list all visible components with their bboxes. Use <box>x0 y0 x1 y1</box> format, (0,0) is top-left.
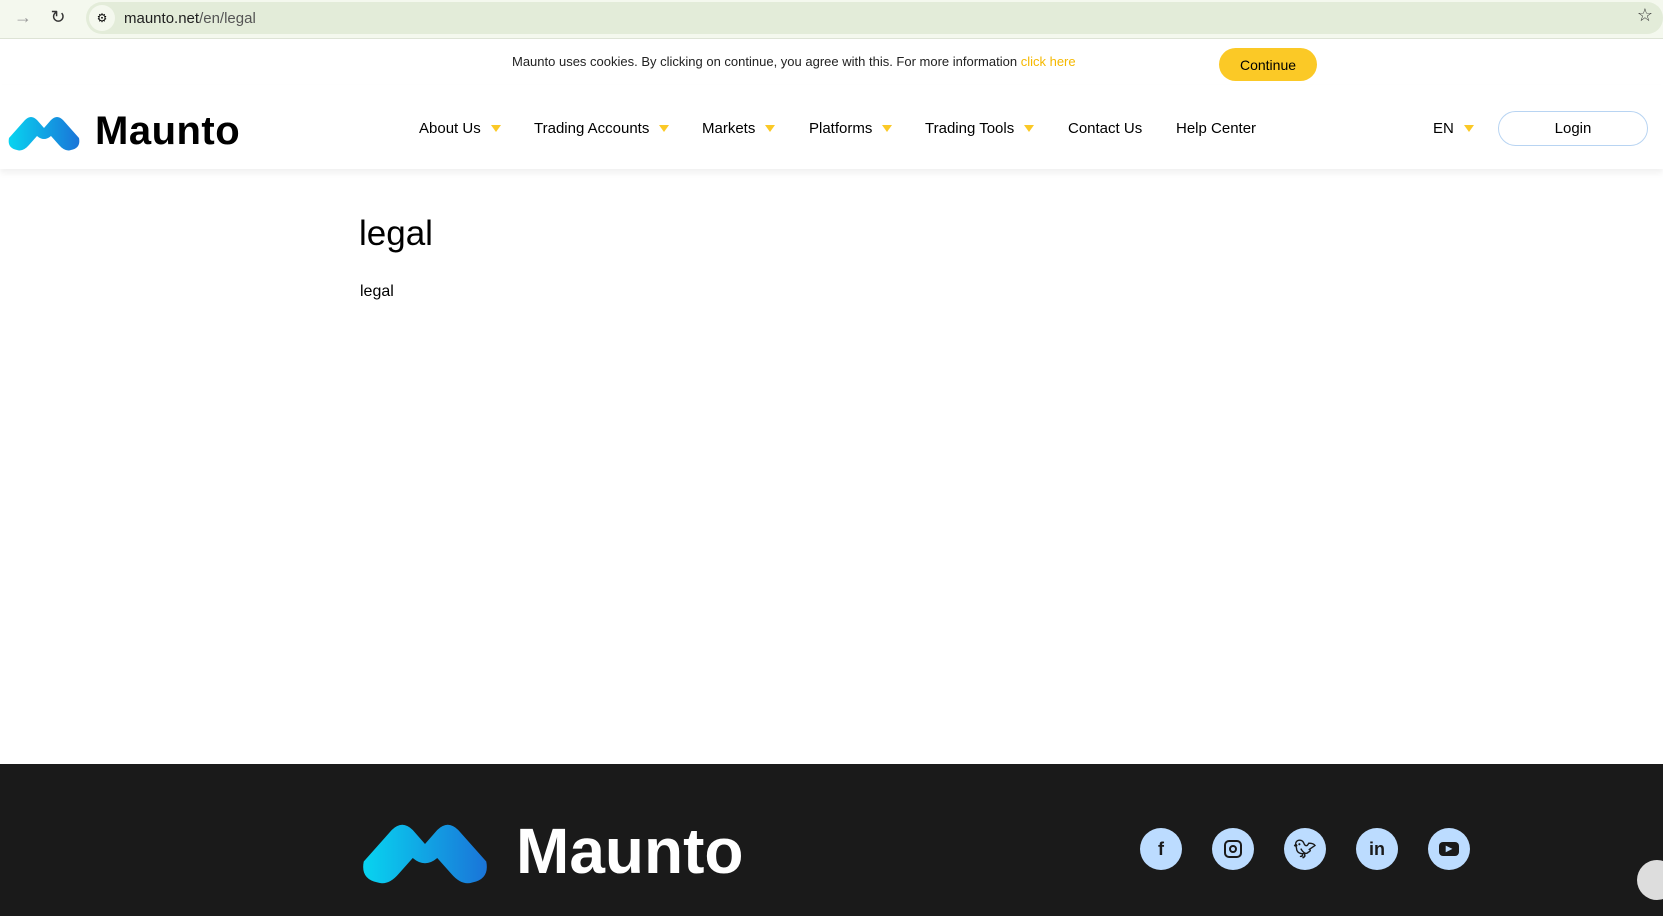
url-text[interactable]: maunto.net/en/legal <box>124 10 256 27</box>
browser-toolbar: → ↻ ⚙ maunto.net/en/legal ☆ <box>0 0 1663 39</box>
nav-label: About Us <box>419 120 481 137</box>
nav-platforms[interactable]: Platforms <box>809 120 893 137</box>
footer-logo[interactable]: Maunto <box>360 814 744 888</box>
continue-button[interactable]: Continue <box>1219 48 1317 81</box>
bookmark-star-icon[interactable]: ☆ <box>1637 5 1653 26</box>
logo-mark-icon <box>8 116 80 150</box>
reload-icon[interactable]: ↻ <box>48 7 68 27</box>
brand-name: Maunto <box>95 109 241 153</box>
footer-brand-name: Maunto <box>516 815 744 887</box>
site-settings-icon[interactable]: ⚙ <box>89 5 115 31</box>
nav-label: Help Center <box>1176 120 1257 137</box>
caret-down-icon <box>490 125 501 132</box>
page-body: legal <box>360 283 394 300</box>
facebook-icon[interactable]: f <box>1140 828 1182 870</box>
nav-label: Trading Accounts <box>534 120 650 137</box>
youtube-icon[interactable]: ▶ <box>1428 828 1470 870</box>
nav-contact-us[interactable]: Contact Us <box>1068 120 1142 137</box>
nav-trading-tools[interactable]: Trading Tools <box>925 120 1035 137</box>
site-footer: Maunto f 🐦︎ in ▶ <box>0 764 1663 916</box>
cookie-text: Maunto uses cookies. By clicking on cont… <box>512 54 1076 69</box>
twitter-icon[interactable]: 🐦︎ <box>1284 828 1326 870</box>
logo[interactable]: Maunto <box>7 109 240 154</box>
cookie-banner: Maunto uses cookies. By clicking on cont… <box>0 45 1663 81</box>
forward-icon[interactable]: → <box>13 7 33 27</box>
url-path: /en/legal <box>199 9 256 27</box>
address-bar[interactable]: ⚙ maunto.net/en/legal <box>86 2 1663 34</box>
caret-down-icon <box>882 125 893 132</box>
login-button[interactable]: Login <box>1498 111 1648 146</box>
linkedin-icon[interactable]: in <box>1356 828 1398 870</box>
language-label: EN <box>1433 120 1454 137</box>
footer-logo-mark-icon <box>363 824 487 884</box>
nav-help-center[interactable]: Help Center <box>1176 120 1256 137</box>
nav-label: Trading Tools <box>925 120 1015 137</box>
language-selector[interactable]: EN <box>1433 120 1474 137</box>
caret-down-icon <box>1024 125 1035 132</box>
nav-label: Contact Us <box>1068 120 1143 137</box>
nav-label: Markets <box>702 120 756 137</box>
nav-about-us[interactable]: About Us <box>419 120 501 137</box>
nav-label: Platforms <box>809 120 873 137</box>
caret-down-icon <box>765 125 776 132</box>
caret-down-icon <box>1463 125 1474 132</box>
nav-markets[interactable]: Markets <box>702 120 776 137</box>
page-title: legal <box>359 214 433 253</box>
url-host: maunto.net <box>124 9 200 27</box>
instagram-icon[interactable] <box>1212 828 1254 870</box>
cookie-link[interactable]: click here <box>1021 54 1076 69</box>
cookie-message: Maunto uses cookies. By clicking on cont… <box>512 54 1021 69</box>
nav-trading-accounts[interactable]: Trading Accounts <box>534 120 670 137</box>
site-header: Maunto About Us Trading Accounts Markets… <box>0 85 1663 169</box>
caret-down-icon <box>659 125 670 132</box>
